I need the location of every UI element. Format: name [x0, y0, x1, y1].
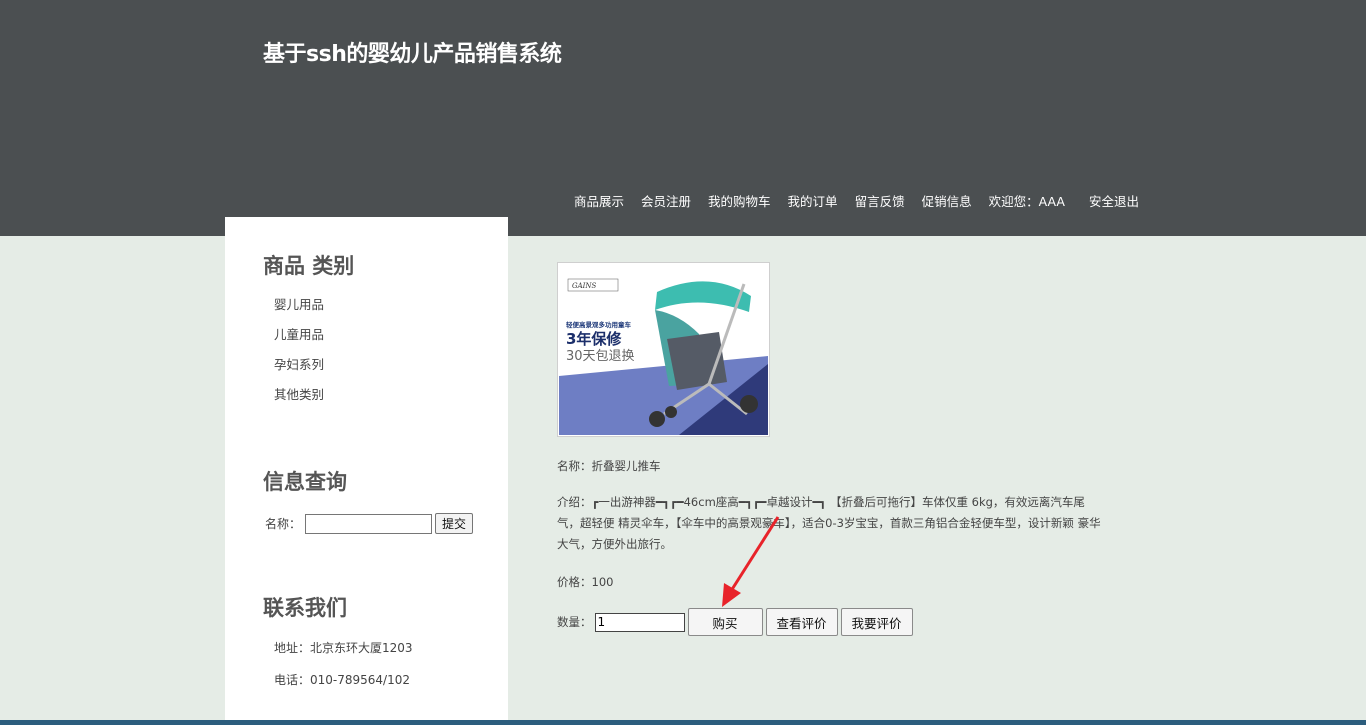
stroller-illustration: GAINS 轻便高景观多功用童车 3年保修 30天包退换	[559, 264, 768, 435]
search-input[interactable]	[305, 513, 433, 534]
image-tagline: 轻便高景观多功用童车	[566, 320, 632, 329]
product-price: 价格：100	[557, 575, 614, 589]
image-brand: GAINS	[572, 282, 597, 290]
nav-products[interactable]: 商品展示	[574, 191, 624, 210]
site-title: 基于ssh的婴幼儿产品销售系统	[263, 42, 562, 67]
contact-phone: 电话：010-789564/102	[274, 673, 410, 687]
category-baby[interactable]: 婴儿用品	[274, 295, 324, 325]
write-review-button[interactable]: 我要评价	[840, 608, 913, 636]
welcome-text: 欢迎您：AAA	[988, 193, 1065, 209]
view-reviews-button[interactable]: 查看评价	[765, 608, 838, 636]
nav-orders[interactable]: 我的订单	[788, 191, 838, 210]
nav-promotions[interactable]: 促销信息	[922, 191, 972, 210]
site-header: 基于ssh的婴幼儿产品销售系统 商品展示 会员注册 我的购物车 我的订单 留言反…	[0, 0, 1366, 236]
contact-address: 地址：北京东环大厦1203	[274, 641, 413, 655]
product-name: 名称：折叠婴儿推车	[557, 459, 661, 473]
contact-heading: 联系我们	[263, 596, 347, 620]
category-maternity[interactable]: 孕妇系列	[274, 355, 324, 385]
search-label: 名称：	[265, 517, 302, 531]
quantity-input[interactable]	[594, 612, 685, 632]
category-other[interactable]: 其他类别	[274, 385, 324, 415]
quantity-label: 数量：	[557, 615, 592, 629]
nav-feedback[interactable]: 留言反馈	[855, 191, 905, 210]
search-submit-button[interactable]: 提交	[435, 513, 474, 534]
bottom-border	[0, 720, 1366, 725]
product-image: GAINS 轻便高景观多功用童车 3年保修 30天包退换	[557, 262, 770, 437]
search-form: 名称： 提交	[265, 513, 474, 534]
main-nav: 商品展示 会员注册 我的购物车 我的订单 留言反馈 促销信息 欢迎您：AAA 安…	[574, 190, 1156, 210]
buy-button[interactable]: 购买	[687, 608, 763, 636]
product-description: 介绍：┏一出游神器━┓┏━46cm座高━┓┏━卓越设计━┓ 【折叠后可拖行】车体…	[557, 495, 1101, 551]
image-return: 30天包退换	[566, 349, 635, 364]
category-children[interactable]: 儿童用品	[274, 325, 324, 355]
nav-cart[interactable]: 我的购物车	[708, 191, 771, 210]
category-heading: 商品 类别	[263, 254, 355, 278]
purchase-form: 数量： 购买 查看评价 我要评价	[557, 608, 913, 636]
logout-link[interactable]: 安全退出	[1089, 191, 1139, 210]
sidebar: 商品 类别 婴儿用品 儿童用品 孕妇系列 其他类别 信息查询 名称： 提交 联系…	[225, 217, 508, 725]
image-warranty: 3年保修	[566, 330, 622, 348]
search-heading: 信息查询	[263, 470, 347, 494]
nav-register[interactable]: 会员注册	[641, 191, 691, 210]
category-list: 婴儿用品 儿童用品 孕妇系列 其他类别	[274, 295, 324, 415]
